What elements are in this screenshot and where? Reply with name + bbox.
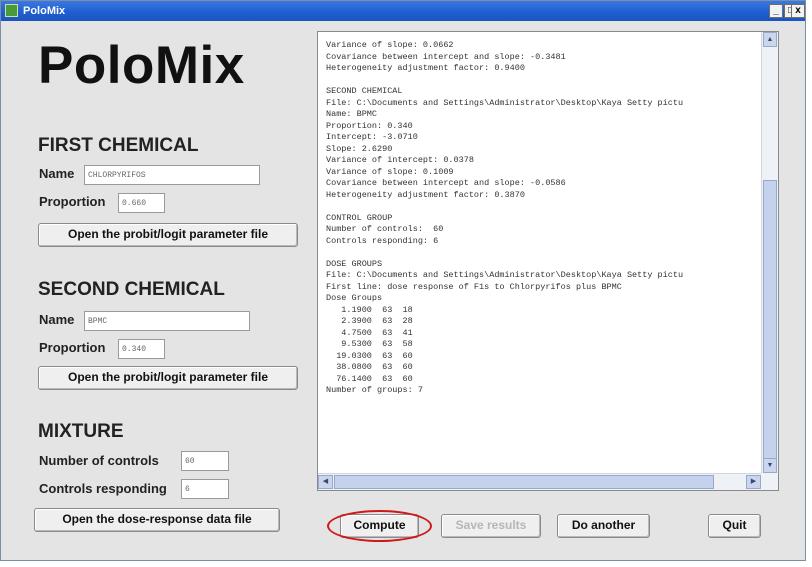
results-line: Number of groups: 7 [326,385,423,395]
second-chemical-heading: SECOND CHEMICAL [38,279,225,300]
results-line: File: C:\Documents and Settings\Administ… [326,97,684,108]
results-line: Variance of intercept: 0.0378 [326,155,474,165]
first-name-field[interactable]: CHLORPYRIFOS [84,165,260,185]
compute-button[interactable]: Compute [340,514,419,538]
open-dose-response-file-button[interactable]: Open the dose-response data file [34,508,280,532]
results-line: Number of controls: 60 [326,224,444,234]
results-line: File: C:\Documents and Settings\Administ… [326,270,684,280]
results-line: CONTROL GROUP [326,212,393,223]
window-title: PoloMix [23,5,66,17]
open-first-parameter-file-button[interactable]: Open the probit/logit parameter file [38,223,298,247]
close-button[interactable]: x [791,4,805,18]
results-text: Variance of slope: 0.0662 Covariance betw… [326,40,760,472]
scroll-right-icon[interactable]: ▶ [746,475,761,489]
results-line: Variance of slope: 0.1009 [326,166,454,177]
quit-button[interactable]: Quit [708,514,761,538]
save-results-button[interactable]: Save results [441,514,541,538]
results-line: Covariance between intercept and slope: … [326,178,566,188]
open-second-parameter-file-button[interactable]: Open the probit/logit parameter file [38,366,298,390]
second-proportion-field[interactable]: 0.340 [118,339,165,359]
results-line: 4.7500 63 41 [326,327,413,338]
results-line: Proportion: 0.340 [326,120,413,131]
results-line: Slope: 2.6290 [326,143,393,154]
controls-responding-field[interactable]: 6 [181,479,229,499]
results-line: DOSE GROUPS [326,258,383,269]
results-line: Controls responding: 6 [326,235,439,246]
results-line: Dose Groups [326,293,383,303]
results-line: 1.1900 63 18 [326,304,413,315]
minimize-button[interactable]: _ [769,4,783,18]
do-another-button[interactable]: Do another [557,514,650,538]
mixture-heading: MIXTURE [38,421,124,442]
horizontal-scrollbar[interactable]: ◀ ▶ [318,473,761,490]
results-line: Heterogeneity adjustment factor: 0.3870 [326,189,525,200]
app-icon [5,4,18,17]
results-line: Covariance between intercept and slope: … [326,51,566,62]
results-line: 76.1400 63 60 [326,373,413,384]
results-line: First line: dose response of F1s to Chlo… [326,281,622,292]
scroll-left-icon[interactable]: ◀ [318,475,333,489]
second-name-field[interactable]: BPMC [84,311,250,331]
results-line: 2.3900 63 28 [326,316,413,326]
results-textarea[interactable]: Variance of slope: 0.0662 Covariance betw… [317,31,779,491]
horizontal-scroll-thumb[interactable] [334,475,714,489]
first-proportion-label: Proportion [39,194,106,209]
controls-count-label: Number of controls [39,453,159,468]
results-line: Intercept: -3.0710 [326,132,418,142]
scroll-down-icon[interactable]: ▼ [763,458,777,473]
first-name-label: Name [39,166,75,181]
first-proportion-field[interactable]: 0.660 [118,193,165,213]
app-logo-text: PoloMix [38,36,245,95]
results-line: Name: BPMC [326,109,378,119]
results-line: 9.5300 63 58 [326,339,413,349]
results-line: 19.0300 63 60 [326,350,413,361]
controls-count-field[interactable]: 60 [181,451,229,471]
results-line: 38.0800 63 60 [326,362,413,372]
second-name-label: Name [39,312,75,327]
results-line [326,201,760,213]
first-chemical-heading: FIRST CHEMICAL [38,135,199,156]
results-line [326,75,760,87]
vertical-scroll-thumb[interactable] [763,180,777,485]
second-proportion-label: Proportion [39,340,106,355]
controls-responding-label: Controls responding [39,481,167,496]
vertical-scrollbar[interactable]: ▲ ▼ [761,32,778,485]
title-bar[interactable]: PoloMix _ □ [1,1,805,21]
scrollbar-corner [761,473,778,490]
polomix-window: PoloMix _ □ x PoloMix FIRST CHEMICAL Nam… [0,0,806,561]
results-line [326,247,760,259]
results-line: Variance of slope: 0.0662 [326,40,454,50]
results-line: SECOND CHEMICAL [326,86,403,96]
scroll-up-icon[interactable]: ▲ [763,32,777,47]
results-line: Heterogeneity adjustment factor: 0.9400 [326,63,525,73]
